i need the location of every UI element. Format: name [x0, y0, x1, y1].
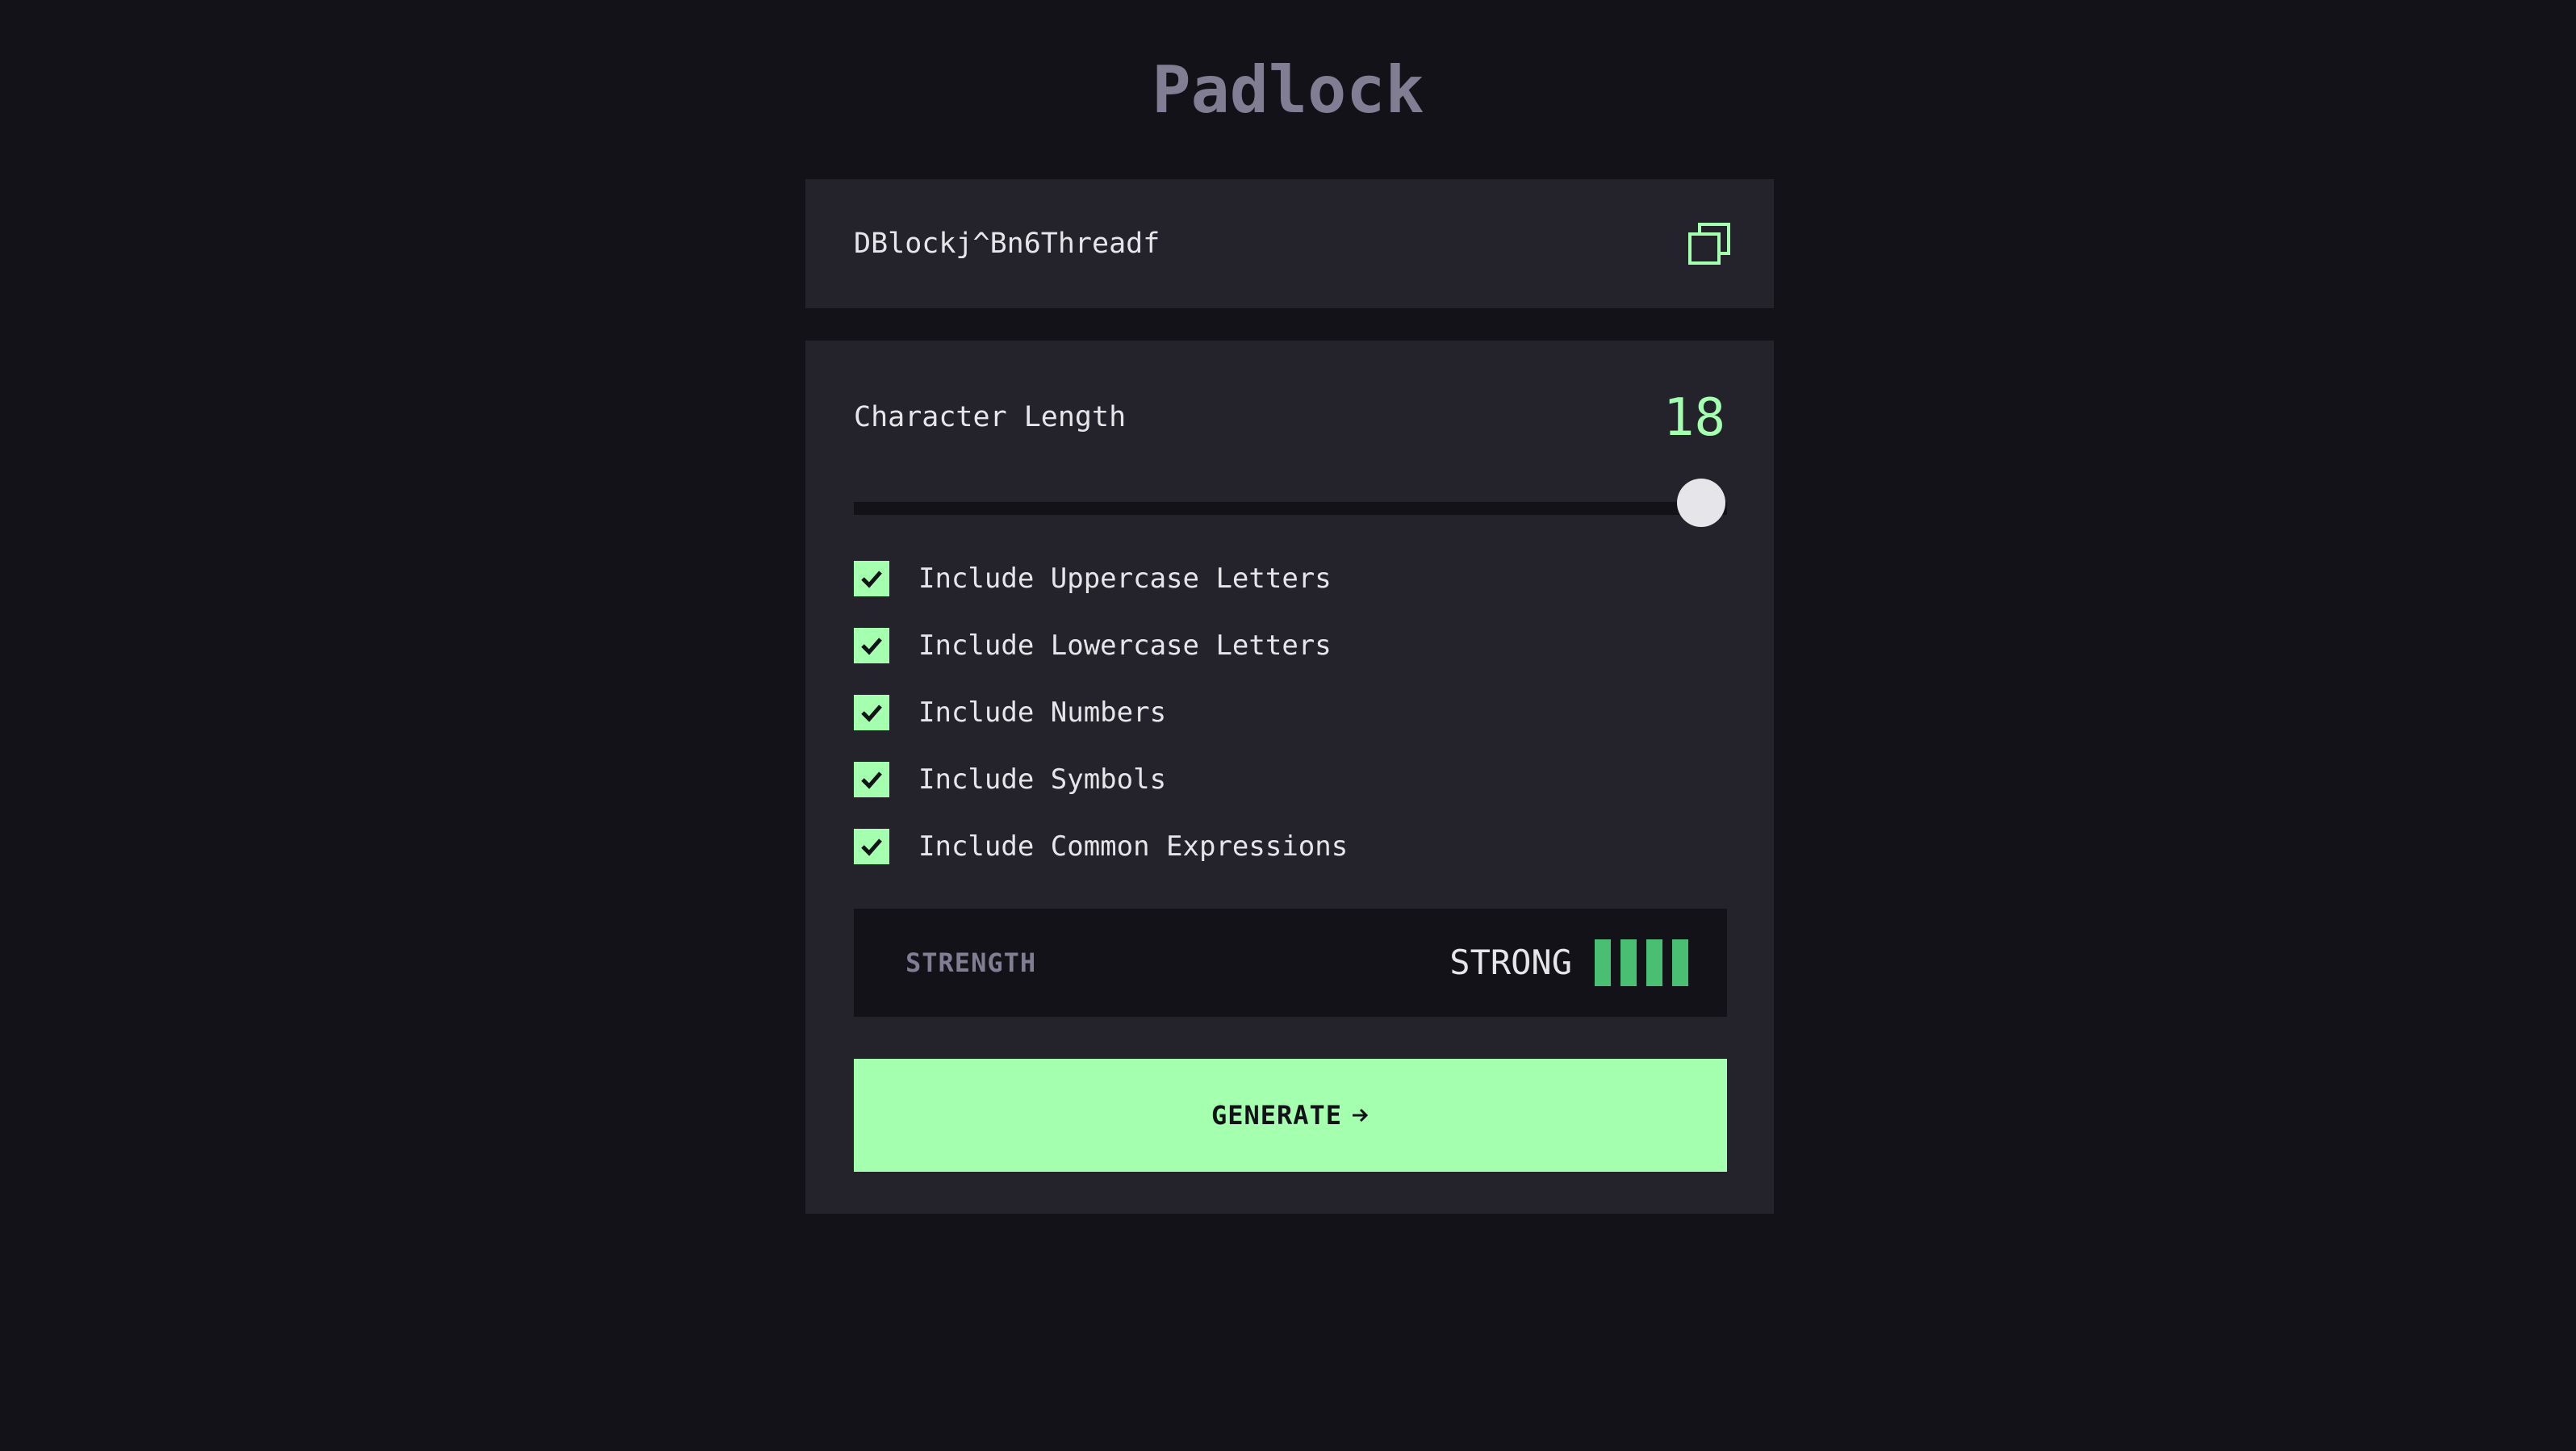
length-slider-thumb[interactable]	[1677, 479, 1725, 527]
strength-bar	[1672, 939, 1688, 986]
option-uppercase[interactable]: Include Uppercase Letters	[854, 560, 1332, 597]
numbers-checkbox[interactable]	[854, 695, 889, 730]
strength-bars	[1595, 939, 1688, 986]
password-text[interactable]: DBlockj^Bn6Threadf	[854, 220, 1160, 268]
check-icon	[861, 571, 882, 588]
option-label: Include Lowercase Letters	[918, 629, 1332, 662]
app-title: Padlock	[1152, 52, 1424, 128]
character-length-label: Character Length	[854, 401, 1127, 433]
password-output-panel: DBlockj^Bn6Threadf	[805, 179, 1774, 308]
option-common-expressions[interactable]: Include Common Expressions	[854, 828, 1348, 865]
strength-bar	[1595, 939, 1611, 986]
strength-meter: STRENGTH STRONG	[854, 909, 1727, 1017]
symbols-checkbox[interactable]	[854, 762, 889, 797]
copy-button[interactable]	[1687, 221, 1732, 266]
option-symbols[interactable]: Include Symbols	[854, 761, 1166, 798]
strength-value: STRONG	[1449, 943, 1572, 982]
strength-bar	[1620, 939, 1637, 986]
check-icon	[861, 705, 882, 722]
generate-button[interactable]: GENERATE	[854, 1059, 1727, 1172]
option-numbers[interactable]: Include Numbers	[854, 694, 1166, 731]
check-icon	[861, 838, 882, 856]
option-label: Include Uppercase Letters	[918, 562, 1332, 595]
strength-label: STRENGTH	[905, 947, 1037, 978]
check-icon	[861, 638, 882, 655]
option-label: Include Symbols	[918, 763, 1167, 796]
copy-icon	[1688, 223, 1730, 265]
settings-panel: Character Length 18 Include Uppercase Le…	[805, 341, 1774, 1214]
length-slider-fill	[854, 502, 1727, 515]
strength-bar	[1646, 939, 1662, 986]
option-label: Include Numbers	[918, 696, 1167, 729]
common-expressions-checkbox[interactable]	[854, 829, 889, 864]
uppercase-checkbox[interactable]	[854, 561, 889, 596]
arrow-right-icon	[1353, 1108, 1369, 1123]
lowercase-checkbox[interactable]	[854, 628, 889, 663]
option-label: Include Common Expressions	[918, 830, 1349, 863]
check-icon	[861, 771, 882, 789]
option-lowercase[interactable]: Include Lowercase Letters	[854, 627, 1332, 664]
length-slider[interactable]	[854, 479, 1727, 527]
character-length-value: 18	[1662, 388, 1725, 448]
generate-label: GENERATE	[1211, 1100, 1343, 1131]
